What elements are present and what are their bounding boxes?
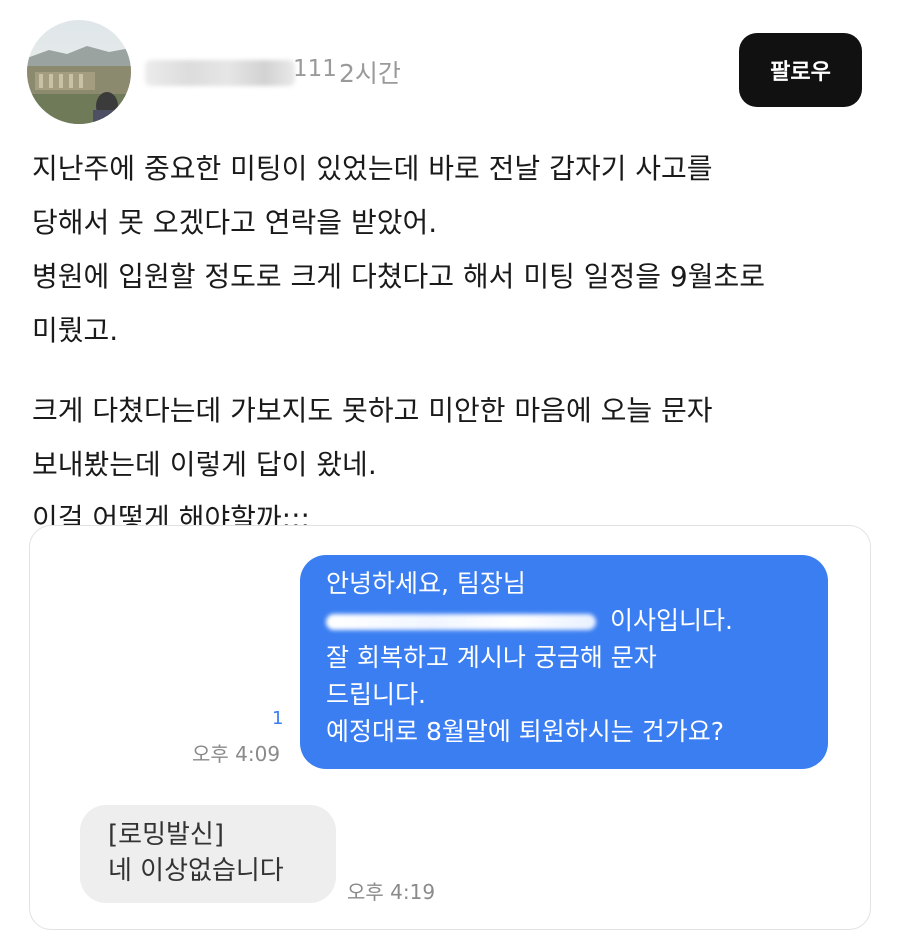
message-line: 안녕하세요, 팀장님 <box>326 569 526 598</box>
post-paragraph: 크게 다쳤다는데 가보지도 못하고 미안한 마음에 오늘 문자 보내봤는데 이렇… <box>32 384 882 546</box>
post-body: 지난주에 중요한 미팅이 있었는데 바로 전날 갑자기 사고를 당해서 못 오겠… <box>32 142 882 546</box>
post-line: 보내봤는데 이렇게 답이 왔네. <box>32 448 377 481</box>
post-line: 지난주에 중요한 미팅이 있었는데 바로 전날 갑자기 사고를 <box>32 152 713 185</box>
unread-count: 1 <box>272 708 284 729</box>
post-line: 병원에 입원할 정도로 크게 다쳤다고 해서 미팅 일정을 9월초로 <box>32 260 766 293</box>
post-line: 당해서 못 오겠다고 연락을 받았어. <box>32 206 438 239</box>
post-header: 111 2시간 팔로우 <box>0 0 900 130</box>
username-redacted <box>145 60 295 86</box>
follow-button[interactable]: 팔로우 <box>739 33 862 107</box>
post-line: 미뤘고. <box>32 314 119 347</box>
message-line: 네 이상없습니다 <box>108 856 284 886</box>
received-time: 오후 4:19 <box>347 880 436 904</box>
message-line: 예정대로 8월말에 퇴원하시는 건가요? <box>326 717 725 746</box>
message-line-redacted: 이사입니다. <box>326 602 828 639</box>
message-line: 드립니다. <box>326 680 426 709</box>
post-paragraph: 지난주에 중요한 미팅이 있었는데 바로 전날 갑자기 사고를 당해서 못 오겠… <box>32 142 882 358</box>
post-time: 2시간 <box>339 59 401 88</box>
redacted-name <box>326 614 596 630</box>
sent-time: 오후 4:09 <box>192 742 281 766</box>
message-line: [로밍발신] <box>108 820 224 850</box>
received-message-bubble: [로밍발신] 네 이상없습니다 <box>80 805 336 903</box>
message-line: 잘 회복하고 계시나 궁금해 문자 <box>326 643 657 672</box>
username-visible[interactable]: 111 <box>293 56 337 82</box>
post-line: 크게 다쳤다는데 가보지도 못하고 미안한 마음에 오늘 문자 <box>32 394 713 427</box>
message-line: 이사입니다. <box>610 606 733 635</box>
profile-avatar[interactable] <box>27 20 131 124</box>
sent-message-bubble: 안녕하세요, 팀장님 이사입니다. 잘 회복하고 계시나 궁금해 문자 드립니다… <box>300 555 828 769</box>
